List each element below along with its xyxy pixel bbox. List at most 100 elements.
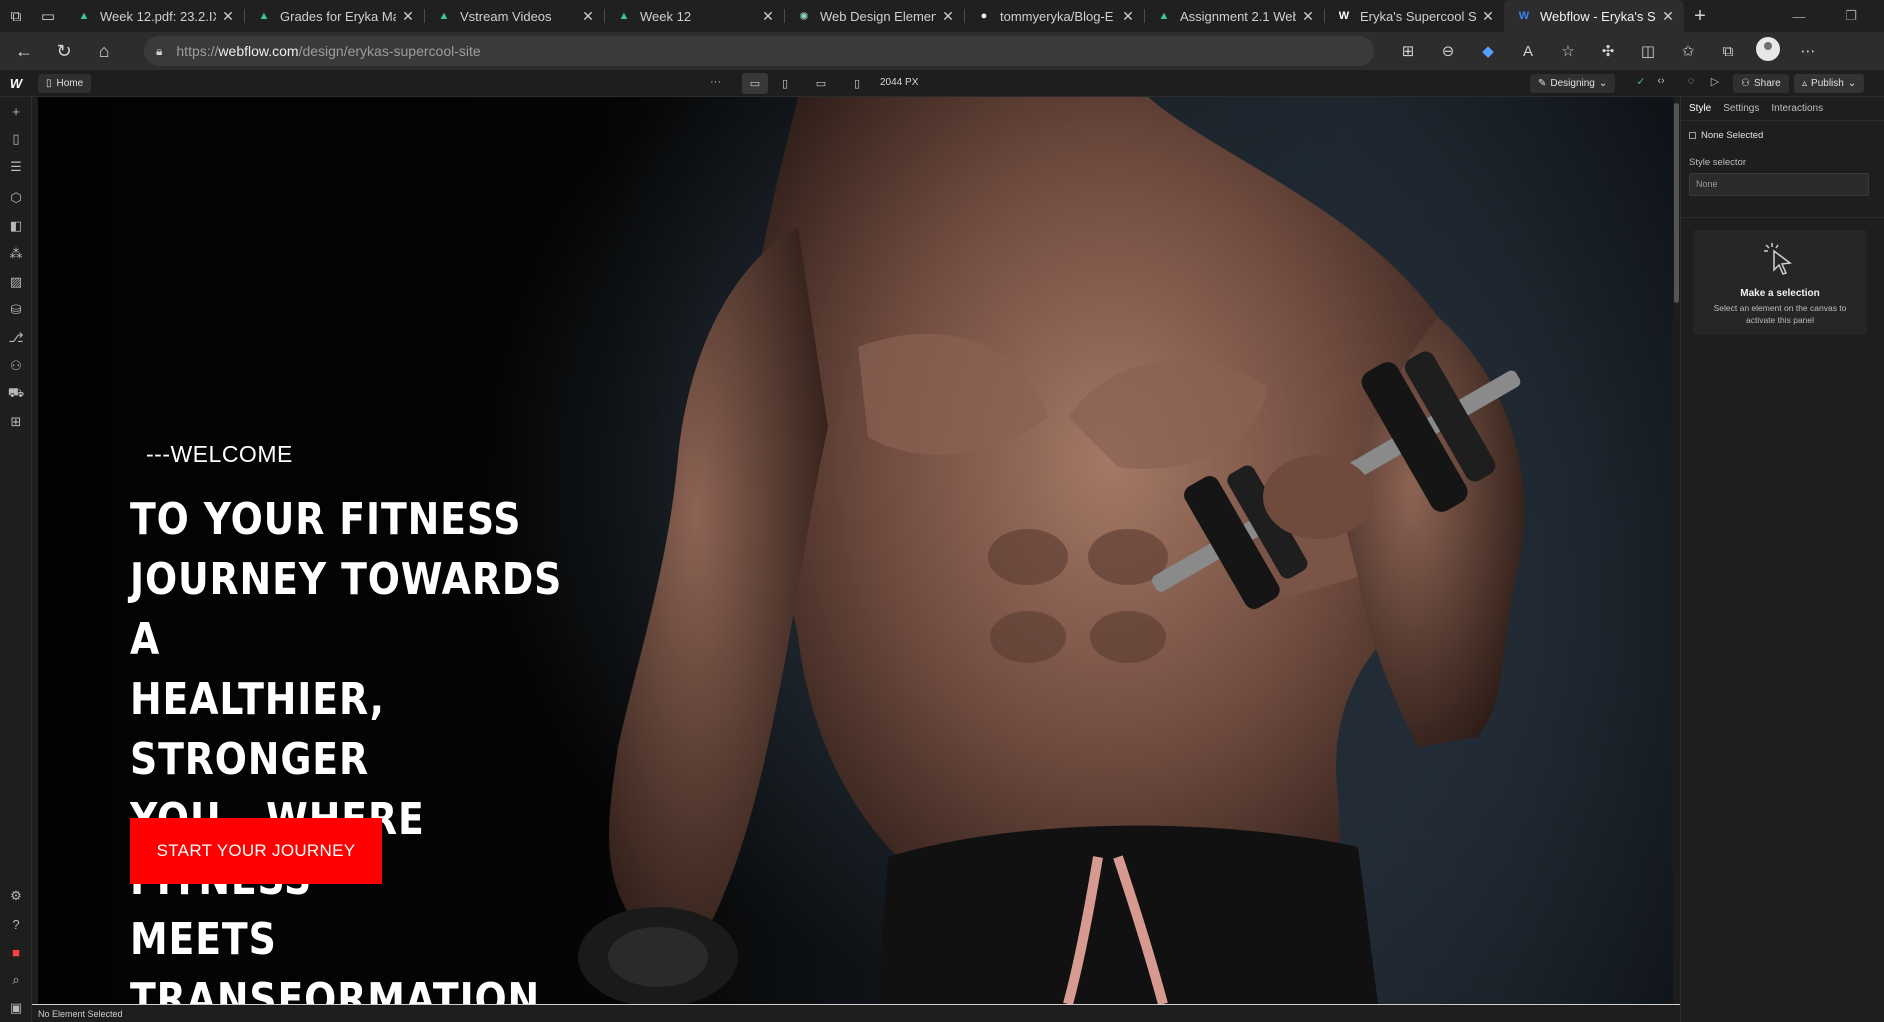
browser-tab[interactable]: ▲ Week 12.pdf: 23.2.IXX✕ xyxy=(64,0,244,32)
breakpoint-mobile-icon[interactable]: ▯ xyxy=(844,73,870,94)
variables-icon[interactable]: ⁂ xyxy=(0,243,32,265)
browser-tab[interactable]: ✺ Web Design Elements ✕ xyxy=(784,0,964,32)
navigator-icon[interactable]: ☰ xyxy=(0,156,32,178)
publish-button[interactable]: ▵ Publish ⌄ xyxy=(1794,74,1865,93)
browser-tab[interactable]: ● tommyeryka/Blog-E ✕ xyxy=(964,0,1144,32)
help-icon[interactable]: ? xyxy=(0,913,32,935)
headline-line: HEALTHIER, STRONGER xyxy=(130,674,385,785)
status-bar: No Element Selected xyxy=(32,1004,1680,1022)
book-icon: ▲ xyxy=(438,10,450,22)
tab-actions-icon[interactable]: ▭ xyxy=(32,0,64,32)
style-manager-icon[interactable]: ◧ xyxy=(0,215,32,237)
tab-style[interactable]: Style xyxy=(1689,103,1711,114)
hero-headline[interactable]: TO YOUR FITNESS JOURNEY TOWARDS A HEALTH… xyxy=(130,490,577,1004)
headline-line: MEETS TRANSFORMATION xyxy=(130,914,541,1004)
components-icon[interactable]: ⬡ xyxy=(0,187,32,209)
close-tab-icon[interactable]: ✕ xyxy=(1300,8,1316,25)
book-icon: ▲ xyxy=(78,10,90,22)
user-icon: ⚇ xyxy=(1741,78,1750,89)
extension-tag-icon[interactable]: ◆ xyxy=(1468,42,1508,60)
minimize-button[interactable]: — xyxy=(1776,0,1822,32)
apps-icon[interactable]: ⊞ xyxy=(1388,42,1428,60)
settings-gear-icon[interactable]: ⚙ xyxy=(0,885,32,907)
assets-icon[interactable]: ▨ xyxy=(0,271,32,293)
users-icon[interactable]: ⚇ xyxy=(0,355,32,377)
split-screen-icon[interactable]: ◫ xyxy=(1628,42,1668,60)
comment-icon[interactable]: ◌ xyxy=(1682,75,1700,87)
profile-avatar[interactable] xyxy=(1748,37,1788,65)
address-bar[interactable]: 🔒︎ https://webflow.com/design/erykas-sup… xyxy=(144,36,1374,66)
check-status-icon[interactable]: ✓ xyxy=(1632,75,1650,88)
reload-icon[interactable]: ↻ xyxy=(44,34,84,68)
browser-tab[interactable]: ▲ Vstream Videos ✕ xyxy=(424,0,604,32)
home-icon[interactable]: ⌂ xyxy=(84,34,124,68)
close-tab-icon[interactable]: ✕ xyxy=(220,8,236,25)
close-tab-icon[interactable]: ✕ xyxy=(1480,8,1496,25)
tab-title: Assignment 2.1 Web xyxy=(1180,8,1296,24)
tab-list: ▲Week 12.pdf: 23.2.IXX✕▲Grades for Eryka… xyxy=(64,0,1684,32)
workspaces-icon[interactable]: ⧉ xyxy=(0,0,32,32)
card-subtitle: Select an element on the canvas to activ… xyxy=(1713,303,1847,325)
book-icon: ▲ xyxy=(1158,10,1170,22)
close-tab-icon[interactable]: ✕ xyxy=(400,8,416,25)
close-tab-icon[interactable]: ✕ xyxy=(1120,8,1136,25)
mode-dropdown[interactable]: ✎ Designing ⌄ xyxy=(1530,74,1616,93)
tab-title: Eryka's Supercool Site xyxy=(1360,8,1476,24)
browser-tab[interactable]: ▲ Assignment 2.1 Web ✕ xyxy=(1144,0,1324,32)
word-icon: W xyxy=(1518,10,1530,22)
browser-tab[interactable]: ▲ Grades for Eryka Mak ✕ xyxy=(244,0,424,32)
apps-icon[interactable]: ⊞ xyxy=(0,411,32,433)
back-icon[interactable]: ← xyxy=(4,34,44,68)
style-selector-input[interactable]: None xyxy=(1689,173,1869,196)
github-icon: ● xyxy=(980,10,988,22)
webflow-logo-icon[interactable]: W xyxy=(0,70,32,97)
record-icon[interactable]: ■ xyxy=(0,941,32,963)
tab-title: Web Design Elements xyxy=(820,8,936,24)
favorites-icon[interactable]: ✩ xyxy=(1668,42,1708,60)
preview-play-icon[interactable]: ▷ xyxy=(1706,75,1724,88)
ecommerce-icon[interactable]: ⛟ xyxy=(0,383,32,405)
extensions-icon[interactable]: ✣ xyxy=(1588,42,1628,60)
breakpoint-tablet-icon[interactable]: ▯ xyxy=(772,73,798,94)
breakpoint-landscape-icon[interactable]: ▭ xyxy=(808,73,834,94)
tab-title: Webflow - Eryka's Su xyxy=(1540,8,1656,24)
add-element-icon[interactable]: + xyxy=(0,100,32,122)
openai-icon: ✺ xyxy=(799,10,809,23)
collections-icon[interactable]: ⧉ xyxy=(1708,43,1748,60)
tab-title: Week 12 xyxy=(640,8,692,24)
more-menu-icon[interactable]: ⋯ xyxy=(1788,42,1828,60)
logic-icon[interactable]: ⎇ xyxy=(0,327,32,349)
close-tab-icon[interactable]: ✕ xyxy=(760,8,776,25)
style-selector-label: Style selector xyxy=(1689,157,1747,168)
tab-title: Vstream Videos xyxy=(460,8,552,24)
zoom-icon[interactable]: ⊖ xyxy=(1428,42,1468,60)
read-aloud-icon[interactable]: A xyxy=(1508,43,1548,60)
close-tab-icon[interactable]: ✕ xyxy=(580,8,596,25)
close-tab-icon[interactable]: ✕ xyxy=(940,8,956,25)
browser-tab[interactable]: W Eryka's Supercool Site✕ xyxy=(1324,0,1504,32)
restore-button[interactable]: ❐ xyxy=(1828,0,1874,32)
video-icon[interactable]: ▣ xyxy=(0,997,32,1019)
design-canvas[interactable]: ---WELCOME TO YOUR FITNESS JOURNEY TOWAR… xyxy=(38,97,1673,1004)
code-icon[interactable]: ‹› xyxy=(1652,75,1670,87)
pages-icon[interactable]: ▯ xyxy=(0,128,32,150)
panel-tabs: Style Settings Interactions xyxy=(1681,97,1884,121)
scrollbar-thumb[interactable] xyxy=(1674,103,1679,303)
browser-tab[interactable]: W Webflow - Eryka's Su ✕ xyxy=(1504,0,1684,32)
cms-icon[interactable]: ⛁ xyxy=(0,299,32,321)
search-icon[interactable]: ⌕ xyxy=(0,969,32,991)
more-options-icon[interactable]: ··· xyxy=(710,76,721,88)
start-journey-button[interactable]: START YOUR JOURNEY xyxy=(130,818,382,884)
webflow-icon: W xyxy=(1338,10,1350,22)
breakpoint-desktop-large-icon[interactable]: ▭ xyxy=(742,73,768,94)
tab-interactions[interactable]: Interactions xyxy=(1771,103,1823,114)
page-selector[interactable]: ▯ Home xyxy=(38,74,92,93)
canvas-scrollbar[interactable] xyxy=(1673,97,1680,1004)
browser-tab[interactable]: ▲ Week 12 ✕ xyxy=(604,0,784,32)
new-tab-button[interactable]: + xyxy=(1684,5,1716,28)
favorite-star-icon[interactable]: ☆ xyxy=(1548,42,1588,60)
tab-settings[interactable]: Settings xyxy=(1723,103,1759,114)
share-button[interactable]: ⚇ Share xyxy=(1733,74,1789,93)
close-tab-icon[interactable]: ✕ xyxy=(1660,8,1676,25)
welcome-text[interactable]: ---WELCOME xyxy=(146,441,293,468)
